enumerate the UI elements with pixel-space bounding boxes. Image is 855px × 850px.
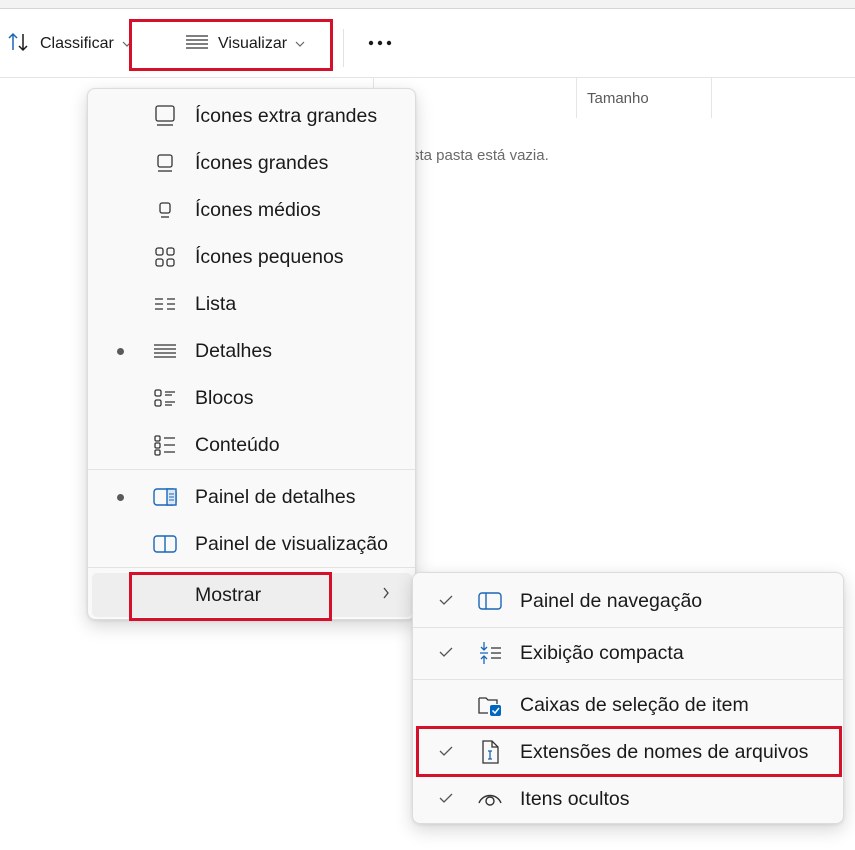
selected-bullet xyxy=(117,493,124,501)
column-separator xyxy=(711,78,712,118)
file-explorer-window: Classificar Visualizar Tamanho Esta past… xyxy=(0,0,855,850)
menu-divider xyxy=(413,627,843,628)
column-header-size[interactable]: Tamanho xyxy=(587,90,649,107)
check-icon xyxy=(439,744,453,761)
compact-view-icon xyxy=(477,640,503,666)
sort-label: Classificar xyxy=(40,35,114,52)
menu-item-show[interactable]: Mostrar xyxy=(92,573,412,617)
menu-item-navigation-pane[interactable]: Painel de navegação xyxy=(417,579,840,623)
chevron-right-icon xyxy=(382,586,390,604)
menu-item-label: Exibição compacta xyxy=(520,641,684,664)
file-extensions-icon xyxy=(477,739,503,765)
menu-item-label: Blocos xyxy=(195,386,254,409)
hidden-items-icon xyxy=(477,786,503,812)
menu-item-preview-pane[interactable]: Painel de visualização xyxy=(92,522,412,566)
menu-item-label: Ícones extra grandes xyxy=(195,104,378,127)
menu-item-label: Conteúdo xyxy=(195,433,280,456)
menu-divider xyxy=(88,567,415,568)
menu-item-details-pane[interactable]: Painel de detalhes xyxy=(92,475,412,519)
menu-item-details[interactable]: Detalhes xyxy=(92,329,412,373)
content-icon xyxy=(152,432,178,458)
chevron-down-icon xyxy=(122,35,132,53)
menu-item-label: Ícones grandes xyxy=(195,151,329,174)
extra-large-icons-icon xyxy=(152,103,178,129)
menu-item-medium-icons[interactable]: Ícones médios xyxy=(92,188,412,232)
selected-bullet xyxy=(117,347,124,355)
sort-icon xyxy=(6,30,32,59)
preview-pane-icon xyxy=(152,531,178,557)
menu-divider xyxy=(413,679,843,680)
menu-item-label: Painel de navegação xyxy=(520,589,703,612)
view-menu: Ícones extra grandes Ícones grandes Ícon… xyxy=(87,88,416,620)
menu-item-label: Ícones pequenos xyxy=(195,245,344,268)
details-pane-icon xyxy=(152,484,178,510)
menu-item-label: Mostrar xyxy=(195,583,262,606)
check-icon xyxy=(439,791,453,808)
more-icon xyxy=(366,35,396,53)
empty-folder-message: Esta pasta está vazia. xyxy=(402,147,549,164)
toolbar-separator xyxy=(343,29,344,67)
menu-item-small-icons[interactable]: Ícones pequenos xyxy=(92,235,412,279)
command-bar: Classificar Visualizar xyxy=(0,9,855,78)
check-icon xyxy=(439,593,453,610)
large-icons-icon xyxy=(152,150,178,176)
menu-item-item-checkboxes[interactable]: Caixas de seleção de item xyxy=(417,683,840,727)
menu-item-label: Extensões de nomes de arquivos xyxy=(520,740,809,763)
menu-item-label: Painel de detalhes xyxy=(195,485,356,508)
menu-item-label: Ícones médios xyxy=(195,198,321,221)
menu-item-label: Detalhes xyxy=(195,339,272,362)
menu-item-label: Caixas de seleção de item xyxy=(520,693,749,716)
menu-item-label: Lista xyxy=(195,292,237,315)
menu-item-compact-view[interactable]: Exibição compacta xyxy=(417,631,840,675)
menu-divider xyxy=(88,469,415,470)
chevron-down-icon xyxy=(295,35,305,53)
medium-icons-icon xyxy=(152,197,178,223)
menu-item-label: Itens ocultos xyxy=(520,787,630,810)
menu-item-label: Painel de visualização xyxy=(195,532,388,555)
menu-item-content[interactable]: Conteúdo xyxy=(92,423,412,467)
sort-button[interactable]: Classificar xyxy=(6,31,132,57)
view-button[interactable]: Visualizar xyxy=(184,31,305,57)
check-icon xyxy=(439,645,453,662)
item-checkboxes-icon xyxy=(477,692,503,718)
details-view-icon xyxy=(184,32,210,57)
menu-item-file-extensions[interactable]: Extensões de nomes de arquivos xyxy=(417,730,840,774)
menu-item-large-icons[interactable]: Ícones grandes xyxy=(92,141,412,185)
menu-item-hidden-items[interactable]: Itens ocultos xyxy=(417,777,840,821)
details-icon xyxy=(152,338,178,364)
more-options-button[interactable] xyxy=(366,31,396,57)
small-icons-icon xyxy=(152,244,178,270)
view-label: Visualizar xyxy=(218,35,288,52)
show-submenu: Painel de navegação Exibição compacta Ca… xyxy=(412,572,844,824)
column-separator xyxy=(576,78,577,118)
menu-item-extra-large-icons[interactable]: Ícones extra grandes xyxy=(92,94,412,138)
tiles-icon xyxy=(152,385,178,411)
title-strip xyxy=(0,0,855,9)
list-icon xyxy=(152,291,178,317)
menu-item-tiles[interactable]: Blocos xyxy=(92,376,412,420)
menu-item-list[interactable]: Lista xyxy=(92,282,412,326)
navigation-pane-icon xyxy=(477,588,503,614)
